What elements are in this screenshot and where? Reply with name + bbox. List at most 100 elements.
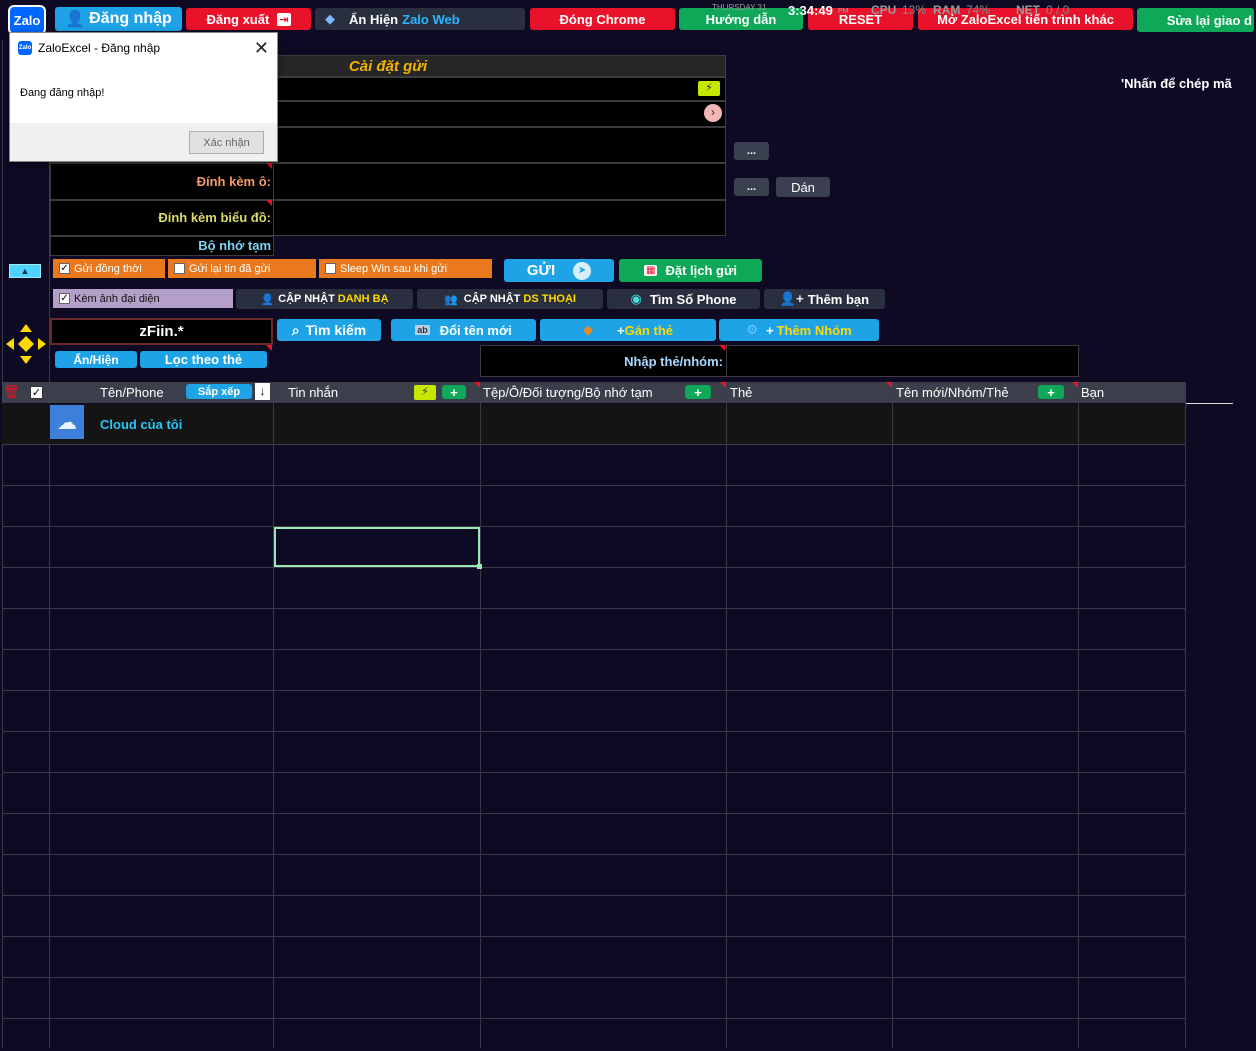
user-icon: 👤 xyxy=(65,11,86,28)
fill-handle[interactable] xyxy=(477,564,482,569)
sleep-win-checkbox[interactable]: Sleep Win sau khi gửi xyxy=(319,259,492,278)
collapse-up-button[interactable]: ▲ xyxy=(9,264,41,278)
send-plane-icon: ➤ xyxy=(573,261,592,280)
row-name: Cloud của tôi xyxy=(100,417,183,432)
trash-icon[interactable]: 🗑 xyxy=(3,384,20,400)
settings-header-label: Cài đặt gửi xyxy=(348,57,428,75)
browse-cell-button[interactable]: ... xyxy=(734,178,769,196)
zalo-small-icon: Zalo xyxy=(18,41,32,55)
assign-tag-prefix: + xyxy=(617,322,625,338)
browse-file-button[interactable]: ... xyxy=(734,142,769,160)
net-label: NET xyxy=(1016,3,1040,17)
grid-line xyxy=(2,526,1185,527)
col-friend-header: Bạn xyxy=(1081,385,1105,400)
add-message-button[interactable]: + xyxy=(442,385,466,400)
ram-label: RAM xyxy=(933,3,961,17)
confirm-label: Xác nhận xyxy=(203,136,250,149)
fix-ui-label: Sửa lại giao d xyxy=(1166,12,1252,28)
grid-line xyxy=(2,772,1185,773)
show-hide-button[interactable]: Ẩn/Hiện xyxy=(55,351,137,368)
filter-by-tag-label: Lọc theo thẻ xyxy=(164,352,243,367)
tag-input-field[interactable] xyxy=(726,345,1079,377)
update-contacts-prefix: CẬP NHẬT xyxy=(278,293,335,305)
col-message-header: Tin nhắn xyxy=(288,385,339,400)
attach-cell-input[interactable] xyxy=(273,163,726,200)
schedule-send-label: Đặt lịch gửi xyxy=(665,263,737,278)
attach-avatar-label: Kèm ảnh đại diện xyxy=(74,292,160,305)
toggle-zalo-web-prefix: Ẩn Hiện xyxy=(349,11,399,27)
update-phones-button[interactable]: 👥 CẬP NHẬT DS THOẠI xyxy=(417,289,603,309)
tag-input-label: Nhập thẻ/nhóm: xyxy=(624,354,723,369)
diamond-icon: ◆ xyxy=(325,11,335,26)
grid-line xyxy=(2,731,1185,732)
calendar-icon: ▦ xyxy=(644,265,658,276)
fix-ui-button[interactable]: Sửa lại giao d xyxy=(1137,8,1254,32)
send-simultaneous-checkbox[interactable]: ✓ Gửi đồng thời xyxy=(53,259,165,278)
copy-code-hint[interactable]: 'Nhấn để chép mã xyxy=(1121,76,1232,91)
status-day: THURSDAY 31 xyxy=(712,3,767,12)
update-phones-suffix: DS THOẠI xyxy=(523,293,576,305)
grid-line xyxy=(2,1018,1185,1019)
comment-marker xyxy=(266,345,272,351)
sort-down-icon[interactable]: ↓ xyxy=(255,383,270,400)
paste-button[interactable]: Dán xyxy=(776,177,830,197)
cpu-label: CPU xyxy=(871,3,897,17)
grid-column-line xyxy=(892,382,893,1048)
chevron-right-icon[interactable]: › xyxy=(704,104,722,122)
col-name-header: Tên/Phone xyxy=(100,385,164,400)
close-icon[interactable]: ✕ xyxy=(254,38,269,59)
col-newname-header: Tên mới/Nhóm/Thẻ xyxy=(896,385,1009,400)
add-group-label: Thêm Nhóm xyxy=(776,322,852,338)
comment-marker xyxy=(266,200,272,206)
add-group-button[interactable]: ⚙ + Thêm Nhóm xyxy=(719,319,879,341)
select-all-checkbox[interactable]: ✓ xyxy=(30,386,43,399)
selected-cell[interactable] xyxy=(274,527,480,567)
update-contacts-suffix: DANH BẠ xyxy=(337,293,389,305)
dialog-body: Đang đăng nhập! xyxy=(10,63,277,123)
comment-marker xyxy=(266,163,272,169)
confirm-button[interactable]: Xác nhận xyxy=(189,131,264,154)
close-chrome-button[interactable]: Đóng Chrome xyxy=(530,8,675,30)
login-button[interactable]: 👤 Đăng nhập xyxy=(55,7,182,31)
update-contacts-button[interactable]: 👤 CẬP NHẬT DANH BẠ xyxy=(236,289,413,309)
add-friend-button[interactable]: 👤+ Thêm bạn xyxy=(764,289,885,309)
attach-chart-input[interactable] xyxy=(273,200,726,236)
add-newname-button[interactable]: + xyxy=(1038,385,1064,400)
sort-button[interactable]: Sắp xếp xyxy=(186,384,252,399)
add-file-button[interactable]: + xyxy=(685,385,711,400)
login-dialog: Zalo ZaloExcel - Đăng nhập ✕ Đang đăng n… xyxy=(9,32,278,162)
header-underline xyxy=(1185,403,1233,404)
logout-button[interactable]: Đăng xuất ⇥ xyxy=(186,8,311,30)
grid-line xyxy=(2,895,1185,896)
toggle-zalo-web-button[interactable]: ◆ Ẩn Hiện Zalo Web xyxy=(315,8,525,30)
filter-by-tag-button[interactable]: Lọc theo thẻ xyxy=(140,351,267,368)
assign-tag-button[interactable]: ◆ + Gán thẻ xyxy=(540,319,716,341)
cloud-avatar: ☁ xyxy=(50,405,84,439)
dialog-titlebar[interactable]: Zalo ZaloExcel - Đăng nhập ✕ xyxy=(10,33,277,63)
browse-cell-label: ... xyxy=(746,181,757,193)
grid-column-line xyxy=(1078,382,1079,1048)
rename-button[interactable]: ab Đổi tên mới xyxy=(391,319,536,341)
send-button[interactable]: GỬI ➤ xyxy=(504,259,614,282)
tag-icon: ◆ xyxy=(583,322,593,337)
search-label: Tìm kiếm xyxy=(305,322,367,338)
grid-line xyxy=(2,690,1185,691)
grid-line xyxy=(2,854,1185,855)
search-button[interactable]: ⌕ Tìm kiếm xyxy=(277,319,381,341)
group-icon: ⚙ xyxy=(746,322,758,337)
search-input[interactable]: zFiin.* xyxy=(50,318,273,345)
col-files-header: Tệp/Ô/Đối tượng/Bộ nhớ tạm xyxy=(483,385,653,400)
bolt-icon[interactable]: ⚡ xyxy=(698,81,720,96)
grid-column-line xyxy=(480,382,481,1048)
show-hide-label: Ẩn/Hiện xyxy=(73,352,119,367)
bolt-icon[interactable]: ⚡ xyxy=(414,385,436,400)
attach-avatar-checkbox[interactable]: ✓ Kèm ảnh đại diện xyxy=(53,289,233,308)
schedule-send-button[interactable]: ▦ Đặt lịch gửi xyxy=(619,259,762,282)
zalo-logo[interactable]: Zalo xyxy=(8,5,46,35)
find-phone-button[interactable]: ◉ Tìm Số Phone xyxy=(607,289,760,309)
navigation-arrows-icon[interactable] xyxy=(4,322,48,366)
attach-chart-label: Đính kèm biểu đồ: xyxy=(158,210,271,225)
resend-sent-checkbox[interactable]: Gửi lại tin đã gửi xyxy=(168,259,316,278)
assign-tag-label: Gán thẻ xyxy=(624,322,673,338)
status-time: 3:34:49 xyxy=(788,3,833,18)
